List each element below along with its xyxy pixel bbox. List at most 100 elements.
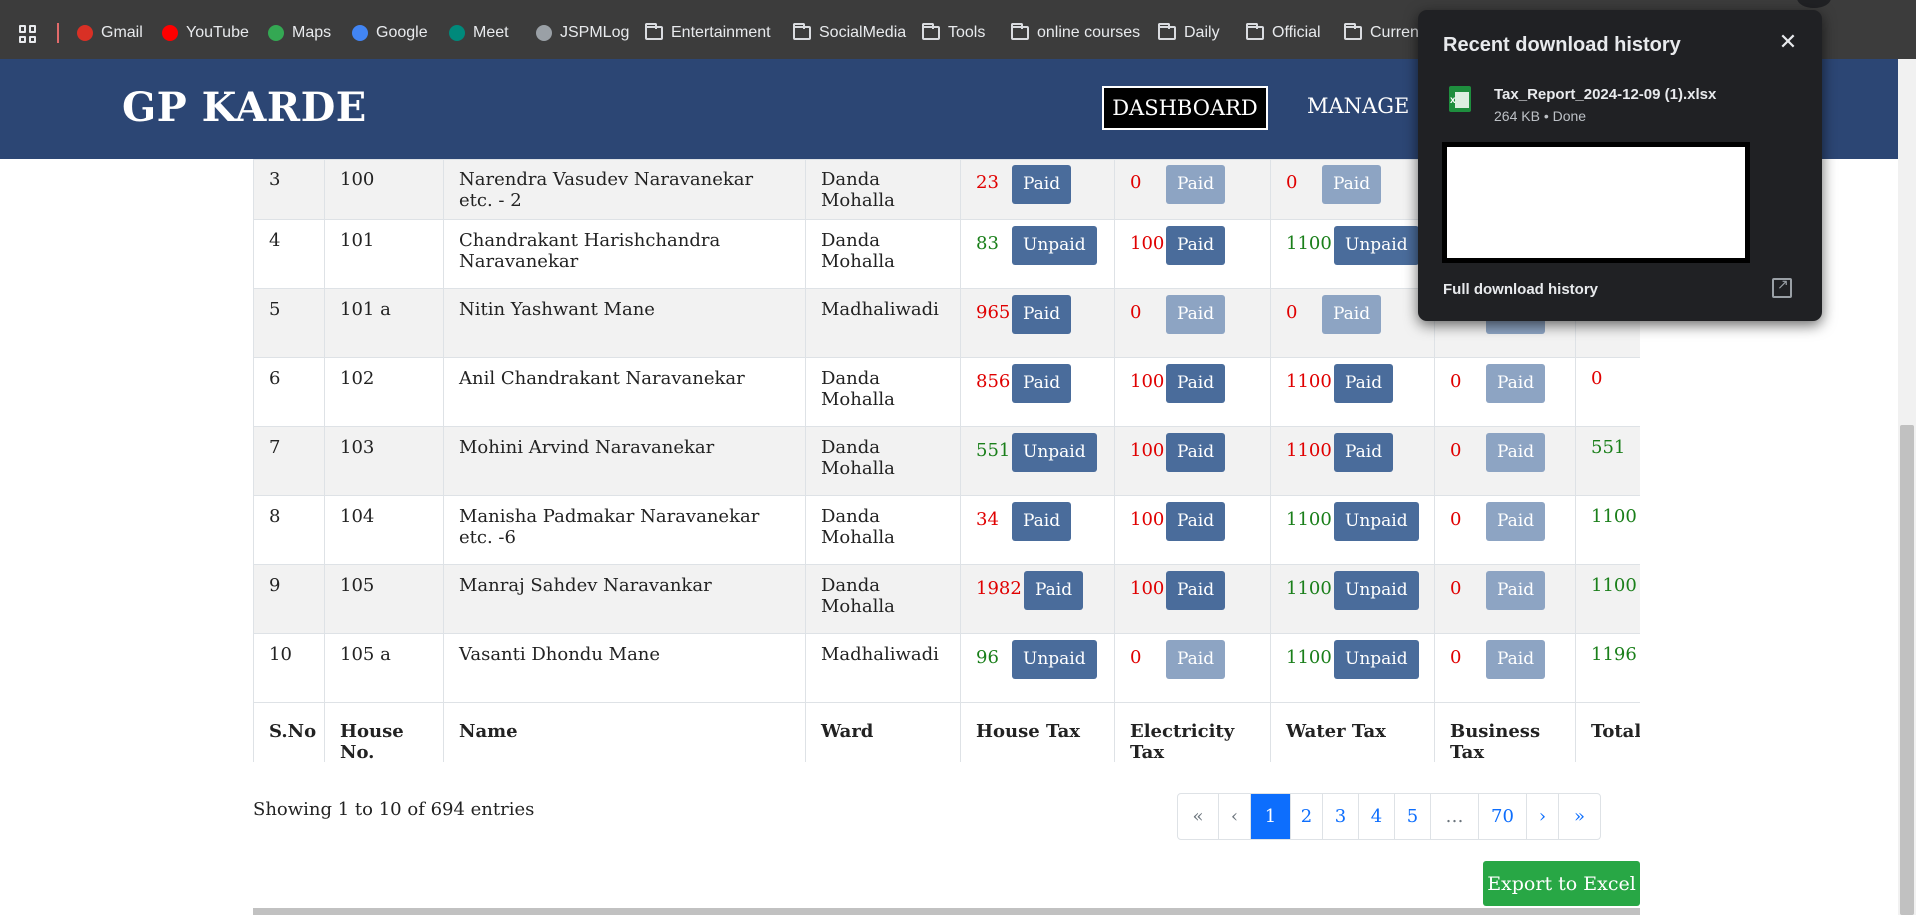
page-link[interactable]: 3 <box>1322 794 1358 839</box>
cell-sno: 4 <box>253 219 325 289</box>
status-button[interactable]: Unpaid <box>1334 640 1419 679</box>
bookmark-2[interactable]: Maps <box>268 22 331 44</box>
status-button[interactable]: Paid <box>1012 502 1072 541</box>
tax-amount: 0 <box>1450 440 1462 461</box>
page-link[interactable]: » <box>1558 794 1600 839</box>
status-button[interactable]: Paid <box>1166 433 1226 472</box>
status-button[interactable]: Unpaid <box>1012 640 1097 679</box>
status-button[interactable]: Paid <box>1486 502 1546 541</box>
status-button[interactable]: Paid <box>1024 571 1084 610</box>
status-button[interactable]: Paid <box>1166 226 1226 265</box>
status-button[interactable]: Paid <box>1322 165 1382 204</box>
status-button[interactable]: Paid <box>1166 571 1226 610</box>
bookmark-3[interactable]: Google <box>352 22 428 44</box>
status-button[interactable]: Paid <box>1166 502 1226 541</box>
status-button[interactable]: Paid <box>1334 433 1394 472</box>
status-button[interactable]: Paid <box>1166 165 1226 204</box>
page-link[interactable]: … <box>1430 794 1478 839</box>
bookmark-1[interactable]: YouTube <box>162 22 249 44</box>
apps-grid-icon[interactable] <box>19 25 37 43</box>
page-link[interactable]: 1 <box>1250 794 1290 839</box>
column-header: Electricity Tax <box>1114 702 1271 762</box>
bookmark-4[interactable]: Meet <box>449 22 509 44</box>
tax-amount: 0 <box>1450 578 1462 599</box>
page-link[interactable]: « <box>1178 794 1218 839</box>
status-button[interactable]: Paid <box>1334 364 1394 403</box>
vertical-scrollbar[interactable] <box>1898 59 1916 915</box>
status-button[interactable]: Unpaid <box>1334 502 1419 541</box>
column-header: Water Tax <box>1270 702 1435 762</box>
bookmark-7[interactable]: SocialMedia <box>793 22 906 44</box>
status-button[interactable]: Unpaid <box>1012 226 1097 265</box>
page-link[interactable]: 2 <box>1290 794 1322 839</box>
cell-business-tax: 0 Paid <box>1434 357 1576 427</box>
bookmark-6[interactable]: Entertainment <box>645 22 771 44</box>
page-link[interactable]: ‹ <box>1218 794 1250 839</box>
status-button[interactable]: Unpaid <box>1012 433 1097 472</box>
brand-logo-text[interactable]: GP KARDE <box>122 84 367 131</box>
tax-amount: 1982 <box>976 578 1022 599</box>
profile-icon[interactable] <box>1797 0 1831 8</box>
page-link[interactable]: 5 <box>1394 794 1430 839</box>
page-link[interactable]: › <box>1526 794 1558 839</box>
bookmark-label: Meet <box>473 24 509 41</box>
download-file-name[interactable]: Tax_Report_2024-12-09 (1).xlsx <box>1494 86 1716 103</box>
cell-house-no: 100 <box>324 159 444 220</box>
bookmark-label: Official <box>1272 24 1321 41</box>
horizontal-scrollbar[interactable] <box>253 908 1640 915</box>
status-button[interactable]: Paid <box>1166 640 1226 679</box>
tax-amount: 100 <box>1130 440 1165 461</box>
nav-dashboard-link[interactable]: DASHBOARD <box>1102 86 1268 130</box>
folder-icon <box>1246 23 1264 40</box>
cell-water-tax: 1100 Unpaid <box>1270 219 1435 289</box>
page-link[interactable]: 70 <box>1478 794 1526 839</box>
cell-house-tax: 856 Paid <box>960 357 1115 427</box>
cell-total: 0 <box>1575 357 1640 427</box>
status-button[interactable]: Paid <box>1012 295 1072 334</box>
cell-name: Manisha Padmakar Naravanekar etc. -6 <box>443 495 806 565</box>
export-to-excel-button[interactable]: Export to Excel <box>1483 861 1640 906</box>
cell-house-no: 101 a <box>324 288 444 358</box>
scrollbar-thumb[interactable] <box>1900 425 1914 915</box>
cell-electricity-tax: 100 Paid <box>1114 564 1271 634</box>
status-button[interactable]: Paid <box>1012 364 1072 403</box>
cell-ward: Danda Mohalla <box>805 159 961 220</box>
status-button[interactable]: Unpaid <box>1334 571 1419 610</box>
bookmark-12[interactable]: Curren <box>1344 22 1419 44</box>
status-button[interactable]: Paid <box>1486 571 1546 610</box>
cell-name: Anil Chandrakant Naravanekar <box>443 357 806 427</box>
folder-icon <box>1158 23 1176 40</box>
status-button[interactable]: Paid <box>1012 165 1072 204</box>
close-icon[interactable]: ✕ <box>1774 28 1802 56</box>
bookmark-0[interactable]: Gmail <box>77 22 143 44</box>
google-icon <box>352 25 368 41</box>
nav-manage-link[interactable]: MANAGE <box>1307 94 1409 118</box>
status-button[interactable]: Paid <box>1486 364 1546 403</box>
cell-name: Narendra Vasudev Naravanekar etc. - 2 <box>443 159 806 220</box>
bookmark-label: Tools <box>948 24 986 41</box>
status-button[interactable]: Paid <box>1486 433 1546 472</box>
bookmark-11[interactable]: Official <box>1246 22 1321 44</box>
status-button[interactable]: Paid <box>1322 295 1382 334</box>
bookmark-9[interactable]: online courses <box>1011 22 1140 44</box>
bookmark-10[interactable]: Daily <box>1158 22 1220 44</box>
cell-ward: Danda Mohalla <box>805 564 961 634</box>
bookmark-8[interactable]: Tools <box>922 22 985 44</box>
cell-house-tax: 34 Paid <box>960 495 1115 565</box>
cell-sno: 6 <box>253 357 325 427</box>
status-button[interactable]: Unpaid <box>1334 226 1419 265</box>
open-external-icon[interactable] <box>1772 276 1792 298</box>
tax-amount: 0 <box>1286 302 1298 323</box>
page-link[interactable]: 4 <box>1358 794 1394 839</box>
cell-house-no: 104 <box>324 495 444 565</box>
tax-amount: 965 <box>976 302 1011 323</box>
status-button[interactable]: Paid <box>1166 364 1226 403</box>
gmail-icon <box>77 25 93 41</box>
excel-file-icon: x <box>1449 86 1471 112</box>
full-download-history-link[interactable]: Full download history <box>1443 281 1598 298</box>
status-button[interactable]: Paid <box>1486 640 1546 679</box>
bookmark-5[interactable]: JSPMLog <box>536 22 629 44</box>
cell-ward: Danda Mohalla <box>805 357 961 427</box>
status-button[interactable]: Paid <box>1166 295 1226 334</box>
cell-water-tax: 1100 Unpaid <box>1270 495 1435 565</box>
